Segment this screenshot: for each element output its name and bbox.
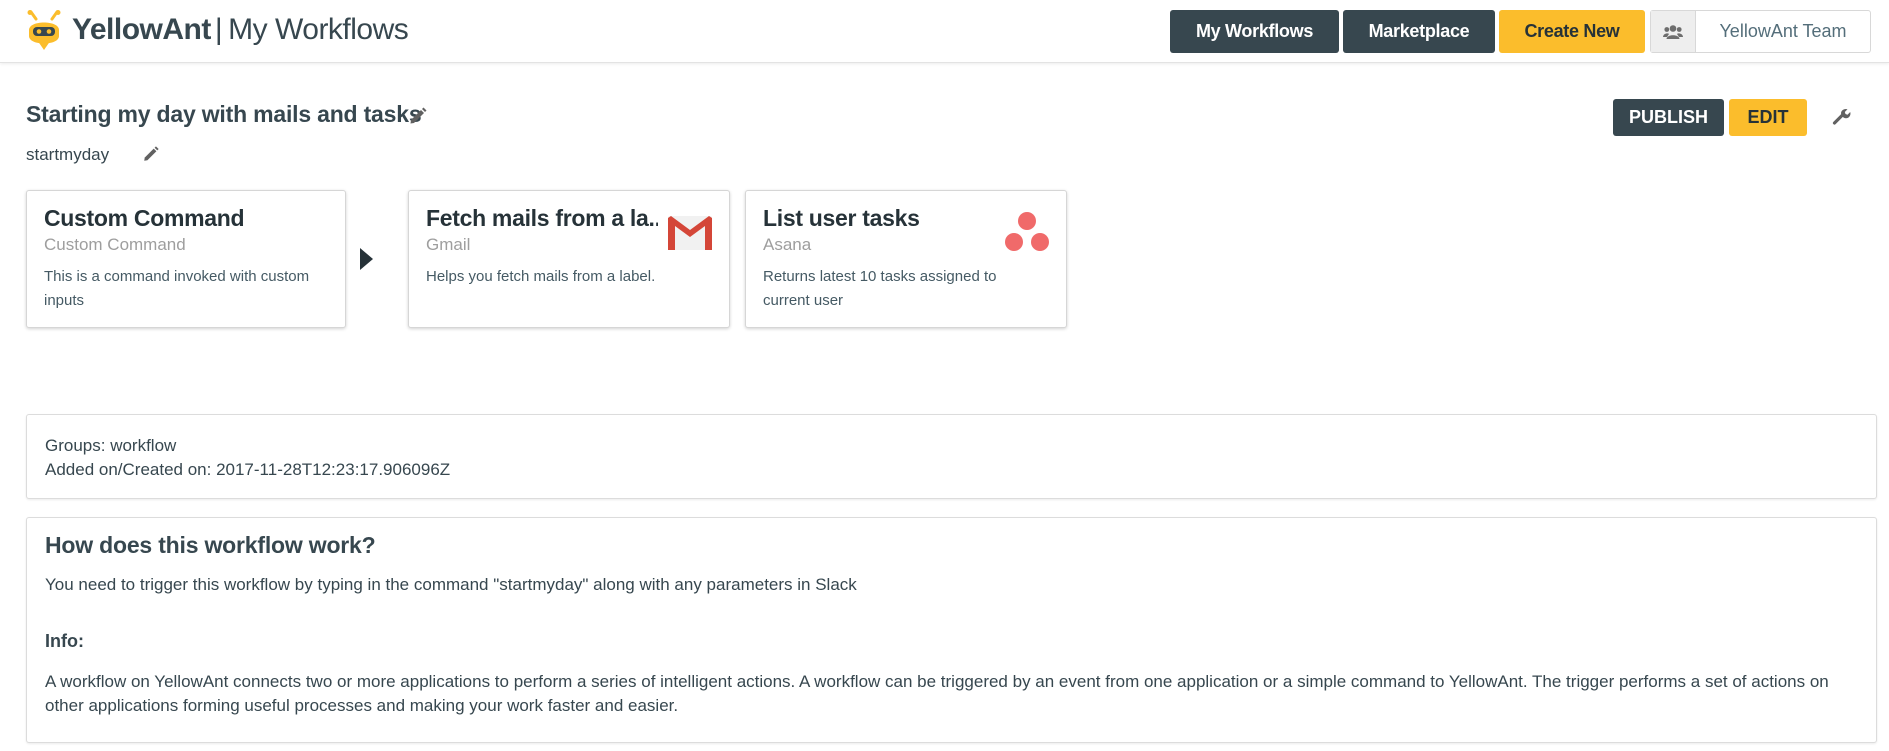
publish-button[interactable]: PUBLISH [1613, 99, 1724, 136]
asana-icon [1005, 212, 1049, 251]
page-title: My Workflows [228, 13, 409, 46]
card-title: Custom Command [44, 205, 245, 231]
workflow-meta-panel: Groups: workflow Added on/Created on: 20… [26, 414, 1877, 499]
brand-name: YellowAnt [72, 13, 211, 46]
workflow-command: startmyday [26, 145, 110, 164]
how-it-works-panel: How does this workflow work? You need to… [26, 517, 1877, 743]
gmail-icon [667, 216, 713, 250]
card-description: This is a command invoked with custom in… [44, 268, 310, 309]
created-date-text: Added on/Created on: 2017-11-28T12:23:17… [45, 460, 451, 479]
team-selector[interactable]: YellowAnt Team [1650, 10, 1871, 53]
create-new-button[interactable]: Create New [1499, 10, 1645, 53]
action-card-gmail[interactable]: Fetch mails from a la... Gmail Helps you… [408, 190, 730, 328]
card-description: Helps you fetch mails from a label. [426, 268, 656, 285]
card-app-name: Custom Command [44, 235, 186, 254]
how-it-works-heading: How does this workflow work? [45, 532, 376, 558]
edit-command-pencil-icon[interactable] [142, 145, 160, 163]
card-description: Returns latest 10 tasks assigned to curr… [763, 268, 997, 309]
how-it-works-text: You need to trigger this workflow by typ… [45, 575, 857, 594]
info-text: A workflow on YellowAnt connects two or … [45, 672, 1829, 715]
info-heading: Info: [45, 631, 84, 651]
users-icon [1651, 11, 1696, 52]
edit-button[interactable]: EDIT [1729, 99, 1807, 136]
team-name: YellowAnt Team [1719, 21, 1847, 41]
brand-separator: | [214, 13, 223, 46]
my-workflows-button[interactable]: My Workflows [1170, 10, 1339, 53]
edit-title-pencil-icon[interactable] [408, 106, 428, 126]
top-navbar: YellowAnt | My Workflows My Workflows Mark… [0, 0, 1889, 63]
action-card-asana[interactable]: List user tasks Asana Returns latest 10 … [745, 190, 1067, 328]
brand-title: YellowAnt | My Workflows [72, 13, 409, 47]
wrench-settings-icon[interactable] [1832, 107, 1852, 127]
marketplace-button[interactable]: Marketplace [1343, 10, 1495, 53]
card-title: Fetch mails from a la... [426, 205, 658, 231]
yellowant-logo-icon[interactable] [24, 10, 64, 52]
workflow-title: Starting my day with mails and tasks [26, 101, 422, 127]
groups-text: Groups: workflow [45, 436, 177, 455]
flow-arrow-icon [360, 248, 373, 270]
action-card-custom-command[interactable]: Custom Command Custom Command This is a … [26, 190, 346, 328]
